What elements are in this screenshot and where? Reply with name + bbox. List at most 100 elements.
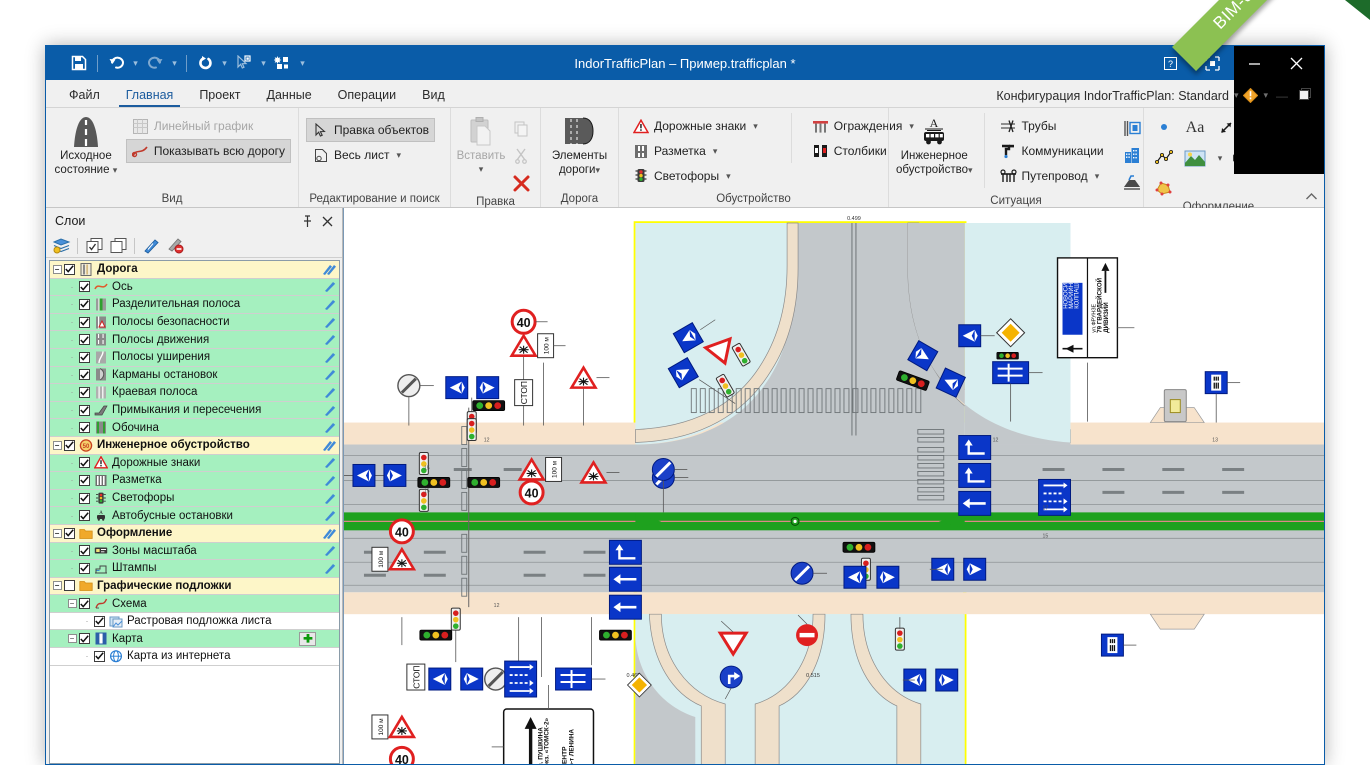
layer-edit-pen-icon[interactable] [319,544,339,557]
layer-row[interactable]: · Штампы [50,560,339,578]
layer-row[interactable]: − Графические подложки [50,577,339,596]
layer-visibility-checkbox[interactable] [79,510,90,522]
layer-row[interactable]: · Полосы движения [50,331,339,349]
building-icon[interactable] [1119,142,1145,168]
layer-row[interactable]: − Дорога [50,261,339,279]
layer-edit-pen-icon[interactable] [319,351,339,364]
whole-sheet-button[interactable]: Весь лист ▾ [306,143,435,167]
image-icon[interactable] [1179,145,1211,171]
layer-edit-pen-icon[interactable] [319,456,339,469]
layer-visibility-checkbox[interactable] [79,316,90,328]
add-layer-icon[interactable] [299,631,316,646]
layer-row[interactable]: · Карта из интернета [50,648,339,666]
layer-edit-pen-icon[interactable] [319,527,339,540]
layer-visibility-checkbox[interactable] [79,281,90,293]
layer-edit-pen-icon[interactable] [319,421,339,434]
layer-row[interactable]: · Полосы безопасности [50,313,339,332]
layer-visibility-checkbox[interactable] [64,439,75,451]
expander-icon[interactable]: − [50,440,64,450]
layer-visibility-checkbox[interactable] [79,633,90,645]
paste-button[interactable]: Вставить ▾ [457,113,505,176]
layer-edit-pen-icon[interactable] [319,474,339,487]
layer-visibility-checkbox[interactable] [64,263,75,275]
layer-visibility-checkbox[interactable] [79,562,90,574]
layer-row[interactable]: − Схема [50,595,339,613]
whole-sheet-caret-icon[interactable]: ▾ [396,150,401,161]
layer-visibility-checkbox[interactable] [79,474,90,486]
overpass-caret-icon[interactable]: ▾ [1095,171,1100,182]
layer-visibility-checkbox[interactable] [79,298,90,310]
layer-edit-pen-icon[interactable] [319,439,339,452]
layers-tree[interactable]: − Дорога · Ось · Разделительная полоса · Полосы… [49,260,340,764]
layer-edit-pen-icon[interactable] [319,368,339,381]
expander-icon[interactable]: − [50,264,64,274]
layer-row[interactable]: · Дорожные знаки [50,454,339,473]
layer-visibility-checkbox[interactable] [79,334,90,346]
layer-visibility-checkbox[interactable] [79,386,90,398]
layer-row[interactable]: − 50 Инженерное обустройство [50,436,339,455]
layer-edit-pen-icon[interactable] [319,509,339,522]
chevron-up-icon[interactable] [1305,192,1318,204]
layer-edit-pen-icon[interactable] [319,263,339,276]
layer-edit-pen-icon[interactable] [319,386,339,399]
expander-icon[interactable]: − [50,528,64,538]
all-editable-icon[interactable] [140,236,162,256]
show-whole-road-button[interactable]: Показывать всю дорогу [125,139,291,163]
expander-icon[interactable]: − [50,581,64,591]
layer-visibility-checkbox[interactable] [79,545,90,557]
layer-edit-pen-icon[interactable] [319,298,339,311]
layer-visibility-checkbox[interactable] [94,650,105,662]
embankment-icon[interactable] [1119,169,1145,195]
layer-row[interactable]: − Карта [50,630,339,649]
pin-icon[interactable] [297,211,317,231]
layer-edit-pen-icon[interactable] [319,404,339,417]
tab-file[interactable]: Файл [56,85,113,107]
tab-project[interactable]: Проект [186,85,253,107]
panel-icon[interactable] [1119,115,1145,141]
layer-row[interactable]: · Растровая подложка листа [50,612,339,631]
drawing-canvas[interactable]: 40 [343,208,1324,764]
layer-visibility-checkbox[interactable] [79,351,90,363]
expander-icon[interactable]: − [65,599,79,609]
layer-visibility-checkbox[interactable] [79,369,90,381]
layer-row[interactable]: · Разделительная полоса [50,296,339,314]
layer-visibility-checkbox[interactable] [79,457,90,469]
tab-data[interactable]: Данные [254,85,325,107]
pipes-button[interactable]: Трубы [994,114,1110,138]
road-signs-button[interactable]: Дорожные знаки ▾ [626,114,764,138]
cursor-select-icon[interactable] [231,50,257,76]
new-objects-icon[interactable] [270,50,296,76]
layer-row[interactable]: · Светофоры [50,489,339,508]
layer-visibility-checkbox[interactable] [79,598,90,610]
layer-row[interactable]: · Зоны масштаба [50,542,339,561]
utilities-button[interactable]: Коммуникации [994,139,1110,163]
deselect-layers-icon[interactable] [107,236,129,256]
rotate-caret-icon[interactable]: ▾ [218,50,231,76]
layer-row[interactable]: · Разметка [50,472,339,490]
point-icon[interactable] [1151,115,1177,141]
close-icon[interactable] [317,211,337,231]
redo-icon[interactable] [142,50,168,76]
layer-visibility-checkbox[interactable] [79,492,90,504]
select-all-layers-icon[interactable] [83,236,105,256]
rotate-icon[interactable] [192,50,218,76]
layer-row[interactable]: · Обочина [50,419,339,437]
select-caret-icon[interactable]: ▾ [257,50,270,76]
layer-edit-pen-icon[interactable] [319,280,339,293]
traffic-lights-button[interactable]: Светофоры ▾ [626,164,764,188]
copy-icon[interactable] [508,116,534,142]
none-editable-icon[interactable] [164,236,186,256]
layer-row[interactable]: · Карманы остановок [50,366,339,385]
paste-caret-icon[interactable]: ▾ [479,163,484,176]
markings-caret-icon[interactable]: ▾ [713,146,718,157]
layer-visibility-checkbox[interactable] [79,404,90,416]
linear-chart-button[interactable]: Линейный график [126,114,291,138]
image-caret-icon[interactable]: ▾ [1213,145,1227,171]
layer-visibility-checkbox[interactable] [64,527,75,539]
layer-edit-pen-icon[interactable] [319,316,339,329]
polyline-icon[interactable] [1151,145,1177,171]
engineering-equipment-button[interactable]: A Инженерное обустройство▾ [896,113,973,177]
layer-row[interactable]: · Примыкания и пересечения [50,401,339,420]
layer-edit-pen-icon[interactable] [319,492,339,505]
layer-row[interactable]: · Полосы уширения [50,348,339,367]
